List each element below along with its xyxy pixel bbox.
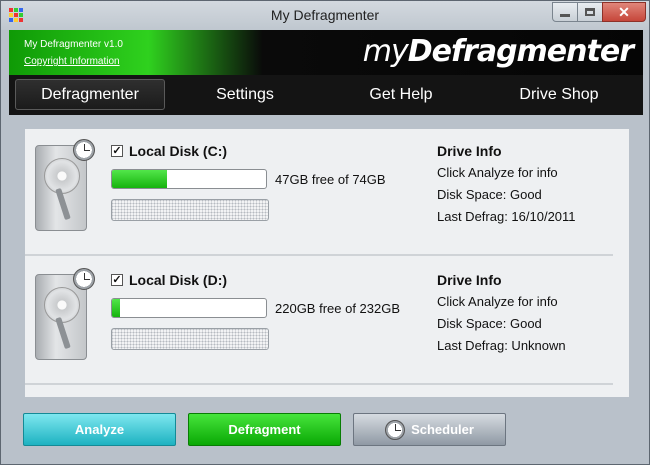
title-bar[interactable]: My Defragmenter ✕ [1, 1, 649, 30]
drive-label: Local Disk (D:) [129, 272, 228, 288]
drive-info-status: Click Analyze for info [437, 165, 558, 180]
close-icon: ✕ [618, 3, 630, 20]
maximize-icon [585, 8, 595, 16]
drive-list-panel: ✓ Local Disk (C:) 47GB free of 74GB Driv… [25, 129, 629, 397]
clock-icon [385, 419, 406, 440]
header-banner: My Defragmenter v1.0 Copyright Informati… [9, 30, 643, 75]
disk-usage-fill [112, 299, 120, 317]
free-space-text: 47GB free of 74GB [275, 172, 386, 187]
disk-usage-bar [111, 298, 267, 318]
close-button[interactable]: ✕ [602, 2, 646, 22]
drive-row: ✓ Local Disk (D:) 220GB free of 232GB Dr… [25, 258, 629, 382]
fragmentation-map [111, 328, 269, 350]
maximize-button[interactable] [577, 2, 603, 22]
scheduler-label: Scheduler [411, 422, 474, 437]
tab-defragmenter[interactable]: Defragmenter [15, 79, 165, 110]
fragmentation-map [111, 199, 269, 221]
row-divider [25, 254, 613, 256]
copyright-link[interactable]: Copyright Information [24, 56, 120, 67]
drive-checkbox[interactable]: ✓ [111, 145, 123, 157]
minimize-icon [560, 13, 570, 17]
defragment-button[interactable]: Defragment [188, 413, 341, 446]
version-text: My Defragmenter v1.0 [24, 39, 123, 50]
minimize-button[interactable] [552, 2, 578, 22]
app-window: My Defragmenter ✕ My Defragmenter v1.0 C… [0, 0, 650, 465]
drive-checkbox[interactable]: ✓ [111, 274, 123, 286]
brand-logo: myDefragmenter [362, 34, 634, 69]
tab-get-help[interactable]: Get Help [349, 79, 453, 110]
clock-icon [73, 139, 95, 161]
drive-last-defrag: Last Defrag: Unknown [437, 338, 566, 353]
drive-last-defrag: Last Defrag: 16/10/2011 [437, 209, 576, 224]
scheduler-button[interactable]: Scheduler [353, 413, 506, 446]
drive-disk-space: Disk Space: Good [437, 316, 542, 331]
disk-usage-bar [111, 169, 267, 189]
drive-info-title: Drive Info [437, 272, 502, 288]
drive-info-status: Click Analyze for info [437, 294, 558, 309]
drive-row: ✓ Local Disk (C:) 47GB free of 74GB Driv… [25, 129, 629, 253]
drive-disk-space: Disk Space: Good [437, 187, 542, 202]
drive-label: Local Disk (C:) [129, 143, 228, 159]
tab-drive-shop[interactable]: Drive Shop [503, 79, 615, 110]
analyze-button[interactable]: Analyze [23, 413, 176, 446]
free-space-text: 220GB free of 232GB [275, 301, 401, 316]
drive-info-title: Drive Info [437, 143, 502, 159]
disk-usage-fill [112, 170, 168, 188]
row-divider [25, 383, 613, 385]
main-nav: Defragmenter Settings Get Help Drive Sho… [9, 75, 643, 115]
tab-settings[interactable]: Settings [195, 79, 295, 110]
clock-icon [73, 268, 95, 290]
